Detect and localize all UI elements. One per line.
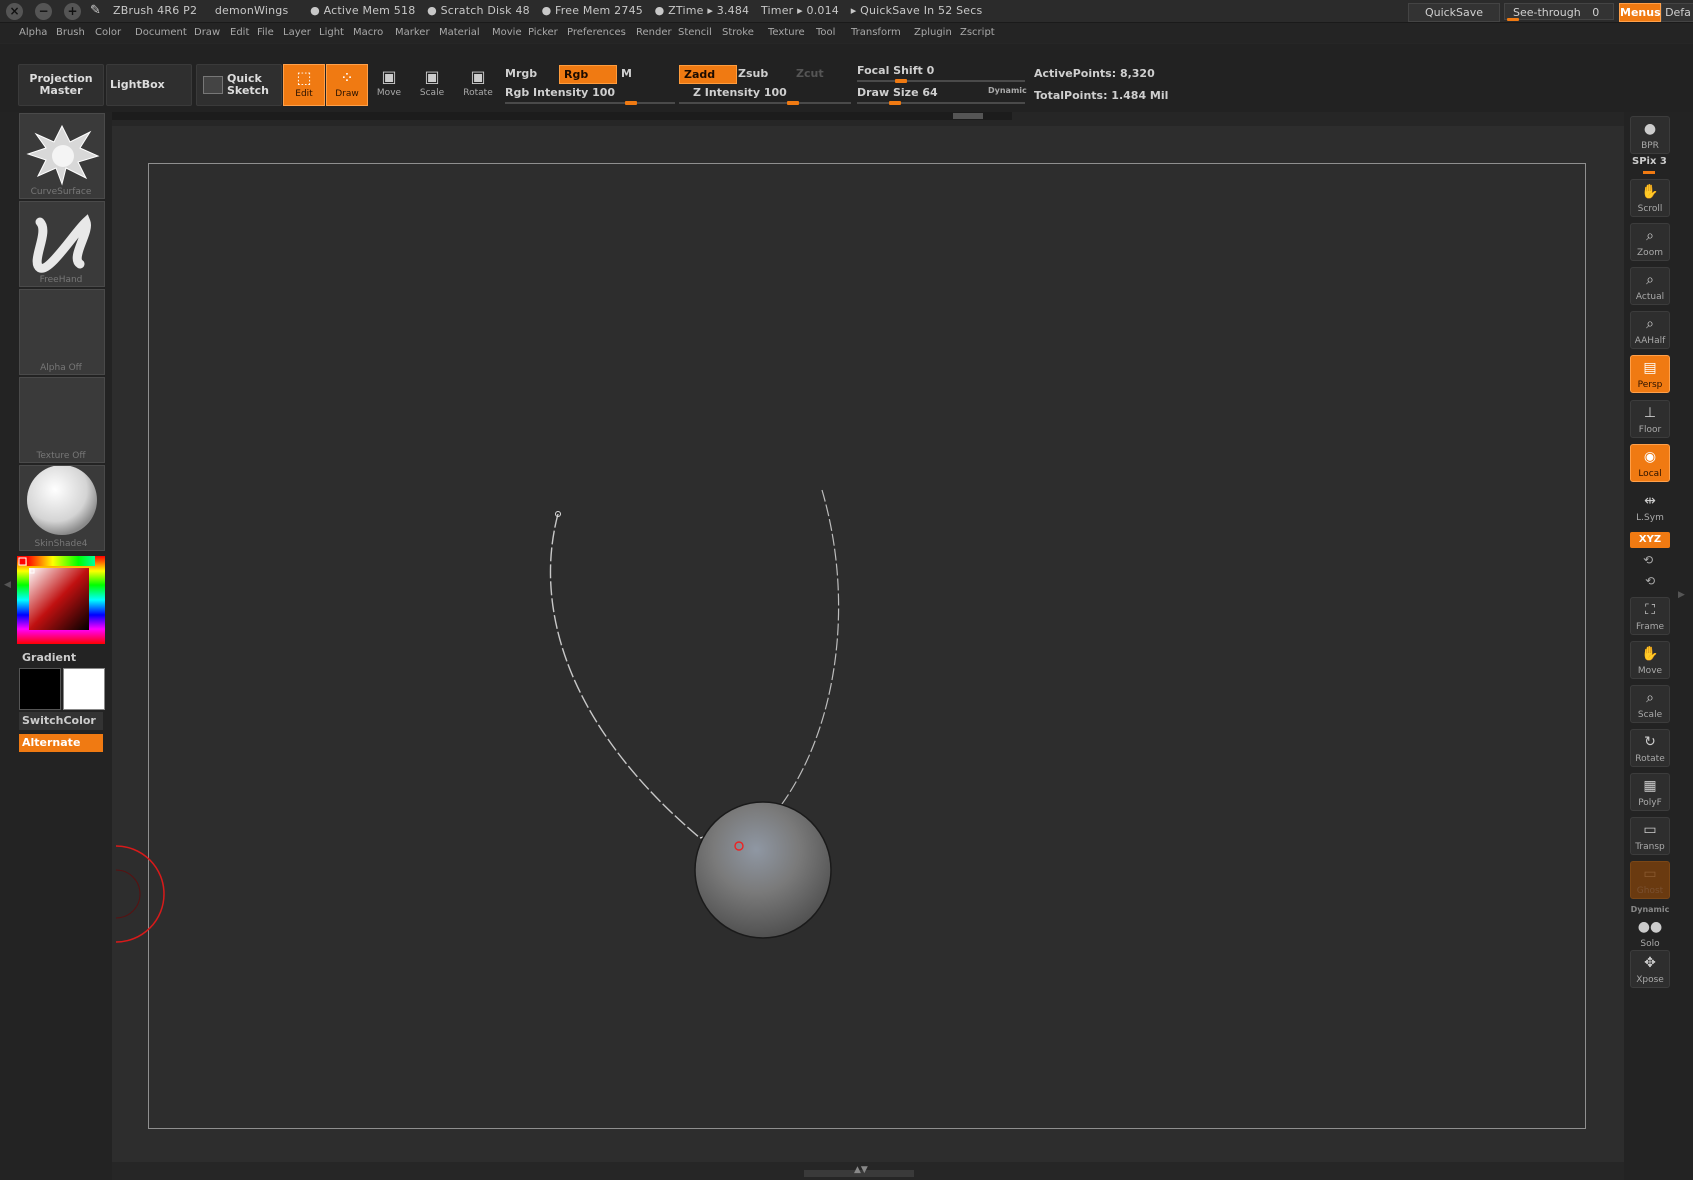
local-button[interactable]: ◉ Local — [1630, 444, 1670, 482]
zoom-label: Zoom — [1637, 248, 1663, 258]
xyz-button[interactable]: XYZ — [1630, 532, 1670, 548]
ghost-button[interactable]: ▭ Ghost — [1630, 861, 1670, 899]
solo-dynamic-label: Dynamic — [1630, 905, 1670, 914]
scroll-button[interactable]: ✋ Scroll — [1630, 179, 1670, 217]
curve-stroke[interactable] — [549, 489, 840, 839]
polyf-button[interactable]: ▦ PolyF — [1630, 773, 1670, 811]
actual-button[interactable]: ⌕ Actual — [1630, 267, 1670, 305]
move-view-button[interactable]: ✋ Move — [1630, 641, 1670, 679]
sphere-mesh[interactable] — [694, 801, 832, 939]
move-view-label: Move — [1637, 666, 1663, 676]
frame-icon: ⛶ — [1645, 602, 1655, 618]
ghost-icon: ▭ — [1643, 866, 1657, 882]
brush-cursor — [115, 845, 165, 943]
rotate-view-label: Rotate — [1635, 754, 1665, 764]
xpose-arrows-icon: ✥ — [1644, 955, 1656, 971]
frame-button[interactable]: ⛶ Frame — [1630, 597, 1670, 635]
floor-label: Floor — [1638, 425, 1662, 435]
polyframe-grid-icon: ▦ — [1643, 778, 1657, 794]
transp-label: Transp — [1635, 842, 1665, 852]
bottom-tray-arrow-icon[interactable]: ▲▼ — [854, 1165, 868, 1175]
aahalf-icon: ⌕ — [1646, 316, 1654, 332]
floor-button[interactable]: ⊥ Floor — [1630, 400, 1670, 438]
rotate-view-button[interactable]: ↻ Rotate — [1630, 729, 1670, 767]
lsym-label: L.Sym — [1636, 513, 1664, 523]
persp-button[interactable]: ▤ Persp — [1630, 355, 1670, 393]
aahalf-label: AAHalf — [1634, 336, 1666, 346]
solo-spheres-icon: ●● — [1637, 919, 1663, 935]
solo-button[interactable]: ●● Solo — [1630, 914, 1670, 952]
local-label: Local — [1638, 469, 1662, 479]
spix-slider-knob[interactable] — [1643, 171, 1655, 174]
magnifier-icon: ⌕ — [1646, 228, 1654, 244]
spix-label: SPix 3 — [1632, 156, 1667, 167]
transp-button[interactable]: ▭ Transp — [1630, 817, 1670, 855]
rotate-icon: ↻ — [1644, 734, 1656, 750]
transparency-icon: ▭ — [1643, 822, 1657, 838]
bpr-label: BPR — [1641, 141, 1659, 151]
right-tray-arrow-icon[interactable]: ▶ — [1678, 590, 1685, 600]
scroll-label: Scroll — [1637, 204, 1663, 214]
zoom-button[interactable]: ⌕ Zoom — [1630, 223, 1670, 261]
hand-icon: ✋ — [1641, 184, 1659, 200]
rotate-y-icon[interactable]: ⟲ — [1643, 553, 1653, 567]
scale-view-button[interactable]: ⌕ Scale — [1630, 685, 1670, 723]
viewport-drawing — [115, 489, 840, 943]
frame-label: Frame — [1635, 622, 1665, 632]
xpose-label: Xpose — [1636, 975, 1664, 985]
bpr-button[interactable]: ● BPR — [1630, 116, 1670, 154]
floor-icon: ⊥ — [1643, 405, 1657, 421]
scale-icon: ⌕ — [1646, 690, 1654, 706]
actual-label: Actual — [1635, 292, 1665, 302]
perspective-grid-icon: ▤ — [1643, 360, 1657, 376]
solo-label: Solo — [1640, 939, 1660, 949]
move-hand-icon: ✋ — [1641, 646, 1659, 662]
ghost-label: Ghost — [1636, 886, 1664, 896]
local-pivot-icon: ◉ — [1643, 449, 1657, 465]
xpose-button[interactable]: ✥ Xpose — [1630, 950, 1670, 988]
actual-size-icon: ⌕ — [1646, 272, 1654, 288]
scale-view-label: Scale — [1637, 710, 1663, 720]
aahalf-button[interactable]: ⌕ AAHalf — [1630, 311, 1670, 349]
rotate-z-icon[interactable]: ⟲ — [1645, 574, 1655, 588]
lsym-button[interactable]: ⇹ L.Sym — [1630, 488, 1670, 526]
persp-label: Persp — [1637, 380, 1663, 390]
symmetry-arrows-icon: ⇹ — [1644, 493, 1656, 509]
bpr-icon: ● — [1643, 121, 1657, 137]
polyf-label: PolyF — [1638, 798, 1662, 808]
